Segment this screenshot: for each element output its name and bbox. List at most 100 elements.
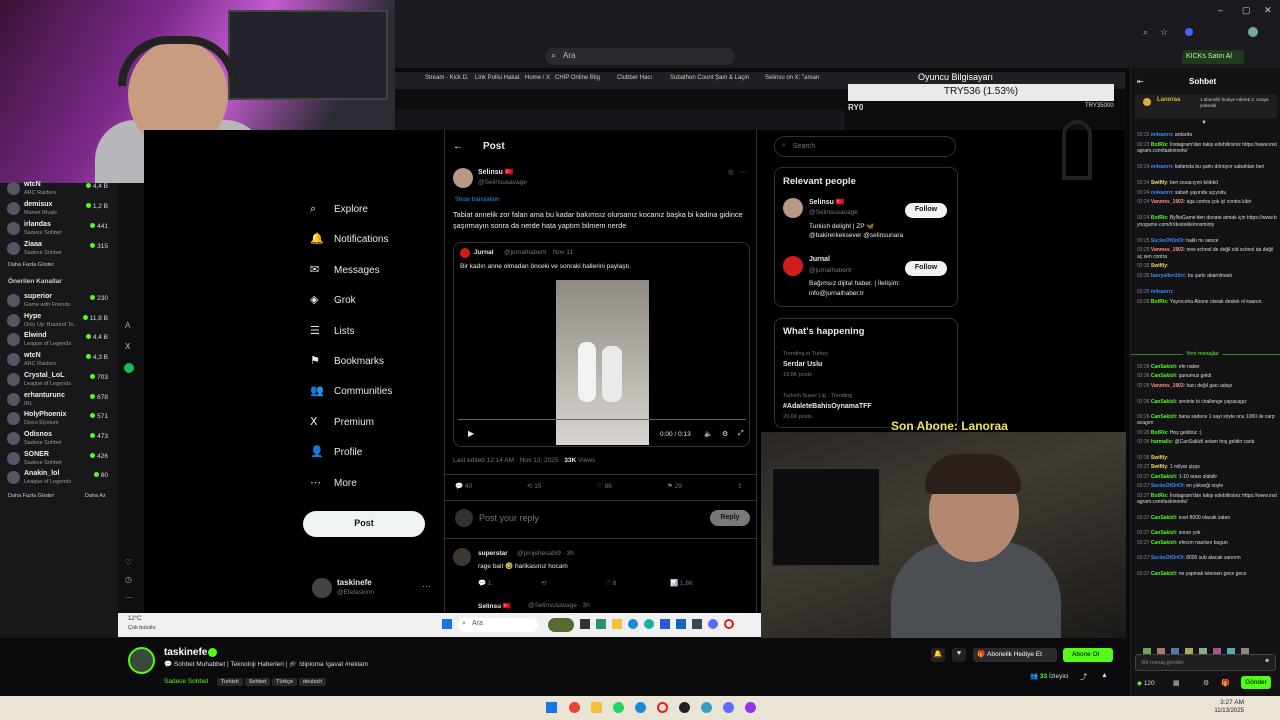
sidebar-channel[interactable]: erhanturunc IRL 678 — [0, 390, 118, 410]
nav-grok[interactable]: ◈ Grok — [310, 293, 430, 313]
follow-button[interactable]: Follow — [905, 203, 947, 218]
emoji-icon[interactable]: ☻ — [1264, 658, 1270, 664]
chat-username[interactable]: CanSakizli — [1151, 474, 1176, 480]
chat-username[interactable]: CanSakizli — [1151, 414, 1176, 420]
tag[interactable]: deutsch — [298, 678, 327, 686]
discord-icon[interactable] — [708, 619, 718, 629]
nav-premium[interactable]: X Premium — [310, 415, 430, 435]
kicks-buy-button[interactable]: KICKs Satın Al — [1182, 50, 1244, 64]
chat-message[interactable]: 03:25 Vanmes_1903: new school de değil o… — [1137, 247, 1277, 260]
folder-icon[interactable] — [591, 702, 602, 713]
whatsapp-icon[interactable] — [613, 702, 624, 713]
windows-icon[interactable] — [442, 619, 452, 629]
reply-reply-stat[interactable]: 💬 1 — [478, 579, 492, 587]
avatar[interactable] — [783, 256, 803, 276]
chat-username[interactable]: Vanmes_1903 — [1151, 247, 1184, 253]
x-app-icon[interactable]: X — [125, 342, 130, 351]
gift-sub-button[interactable]: 🎁 Abonelik Hediye Et — [973, 648, 1057, 662]
store-icon[interactable] — [660, 619, 670, 629]
settings-icon[interactable]: ⚙ — [722, 430, 728, 438]
reply-button[interactable]: Reply — [710, 510, 750, 526]
taskbar-search[interactable]: ⌕ Ara — [458, 618, 538, 632]
kicks-balance[interactable]: ◆ 120 — [1137, 679, 1155, 687]
chat-message[interactable]: 03:26 CanSakizli: seninle bi challenge y… — [1137, 399, 1277, 405]
streamer-name[interactable]: taskinefe — [164, 647, 207, 658]
reply-author[interactable]: superstar — [478, 550, 508, 557]
chat-message[interactable]: 03:26 BotRix: Yayıncıma Abone olarak des… — [1137, 299, 1277, 305]
chat-message[interactable]: 03:27 CanSakizli: ne yapmak istersen gec… — [1137, 571, 1277, 577]
chat-message[interactable]: 03:24 m4xanrrı: kafamda bu şarkı dönüyor… — [1137, 164, 1277, 170]
grok-icon[interactable]: ◎ — [728, 168, 734, 176]
chat-username[interactable]: CanSakizli — [1151, 399, 1176, 405]
chevron-down-icon[interactable]: ▼ — [1201, 120, 1207, 126]
zoom-icon[interactable]: ⌕ — [1143, 27, 1148, 38]
edge-icon[interactable] — [628, 619, 638, 629]
reply-author[interactable]: Selinsu 🇹🇷 — [478, 602, 511, 610]
chat-username[interactable]: Swiftly — [1151, 263, 1167, 269]
browser-tab[interactable]: Subathon Count — [670, 75, 713, 81]
app-icon[interactable]: A — [125, 321, 130, 330]
author-avatar[interactable] — [453, 168, 473, 188]
share-icon[interactable]: ⤴ — [1080, 672, 1087, 682]
browser-tab[interactable]: Şam & Laçin — [715, 75, 749, 81]
browser-tab[interactable]: Home / X — [525, 75, 550, 81]
clock-icon[interactable]: ◷ — [125, 575, 132, 584]
chat-message[interactable]: 03:26 BotRix: Hoş geldiniz :) — [1137, 430, 1277, 436]
clock-date[interactable]: 11/13/2025 — [1208, 708, 1244, 714]
close-icon[interactable]: ✕ — [1264, 5, 1272, 16]
chat-username[interactable]: m4xanrrı — [1151, 289, 1172, 295]
person-name[interactable]: Selinsu 🇹🇷 — [809, 198, 845, 206]
edge-icon[interactable] — [635, 702, 646, 713]
chat-message[interactable]: 03:27 CanSakizli: evet 8000 olacak zaten — [1137, 515, 1277, 521]
chat-message[interactable]: 03:24 Swiftly: ben cezacıyım kıldıkd — [1137, 180, 1277, 186]
chat-username[interactable]: m4xanrrı — [1151, 132, 1172, 138]
chat-username[interactable]: m4xanrrı — [1151, 190, 1172, 196]
chat-input[interactable]: Bir mesaj gönder ☻ — [1135, 654, 1276, 671]
chat-message[interactable]: 03:26 CanSakizli: efe naber — [1137, 364, 1277, 370]
sidebar-channel[interactable]: Elwind League of Legends 4,4 B — [0, 330, 118, 350]
nav-more[interactable]: ⋯ More — [310, 476, 430, 496]
chrome-icon[interactable] — [569, 702, 580, 713]
alert-icon[interactable]: ▲ — [1101, 672, 1108, 679]
chat-message[interactable]: 03:27 CanSakizli: 1-10 arası olabilir — [1137, 474, 1277, 480]
widget-icon[interactable] — [548, 618, 574, 632]
show-translation[interactable]: Show translation — [455, 197, 499, 203]
nav-notifications[interactable]: 🔔 Notifications — [310, 232, 430, 252]
bell-icon[interactable]: 🔔 — [931, 648, 945, 662]
spotify-icon[interactable] — [124, 363, 134, 373]
nav-lists[interactable]: ☰ Lists — [310, 324, 430, 344]
sidebar-channel[interactable]: Ziaaa Sadece Sohbet 315 — [0, 239, 118, 259]
chat-message[interactable]: 03:27 CanSakizli: sorun yok — [1137, 530, 1277, 536]
chat-username[interactable]: SucksOfOnOl — [1151, 483, 1184, 489]
browser-icon[interactable] — [644, 619, 654, 629]
chat-username[interactable]: barryallen10rc — [1151, 273, 1185, 279]
tag[interactable]: Sohbet — [244, 678, 271, 686]
chat-message[interactable]: 03:27 SucksOfOnOl: 8000 sub alacak sanır… — [1137, 555, 1277, 561]
x-search-input[interactable]: ⌕ Search — [774, 136, 956, 157]
sidebar-channel[interactable]: demisux Marvel Rivals 1,2 B — [0, 199, 118, 219]
discord-icon[interactable] — [723, 702, 734, 713]
video-thumbnail[interactable] — [556, 280, 649, 445]
subscribe-button[interactable]: Abone Ol — [1063, 648, 1113, 662]
chat-username[interactable]: CanSakizli — [1151, 540, 1176, 546]
chat-message[interactable]: 03:27 BotRix: İnstagram'dan takip edebil… — [1137, 493, 1277, 506]
app-icon[interactable] — [701, 702, 712, 713]
nav-communities[interactable]: 👥 Communities — [310, 384, 430, 404]
clock-time[interactable]: 3:27 AM — [1208, 699, 1244, 706]
chat-message[interactable]: 03:27 Swiftly: 1 milyar şişşs — [1137, 464, 1277, 470]
reply-input[interactable]: Post your reply — [479, 513, 539, 523]
sidebar-channel[interactable]: wtcN ARC Raiders 4,3 B — [0, 350, 118, 370]
chat-username[interactable]: SucksOfOnOl — [1151, 238, 1184, 244]
chat-message[interactable]: 03:27 SucksOfOnOl: en yükseği soyle — [1137, 483, 1277, 489]
follow-button[interactable]: Follow — [905, 261, 947, 276]
sidebar-channel[interactable]: HolyPhoenix Disco Elysium 571 — [0, 409, 118, 429]
reply-stat[interactable]: 💬 40 — [455, 482, 472, 490]
like-stat[interactable]: ♡ 86 — [597, 482, 612, 490]
sidebar-channel[interactable]: superior Game with Friends 230 — [0, 291, 118, 311]
collapse-chat-icon[interactable]: ⇤ — [1137, 77, 1144, 86]
streamer-avatar[interactable] — [128, 647, 155, 674]
chat-username[interactable]: BotRix — [1151, 142, 1167, 148]
person-name[interactable]: Jurnal — [809, 256, 830, 263]
show-more-link[interactable]: Daha Fazla Göster — [8, 493, 54, 499]
quoted-post[interactable]: Jurnal @jurnalhabertr · Nov 11 Bir kadın… — [453, 242, 750, 447]
